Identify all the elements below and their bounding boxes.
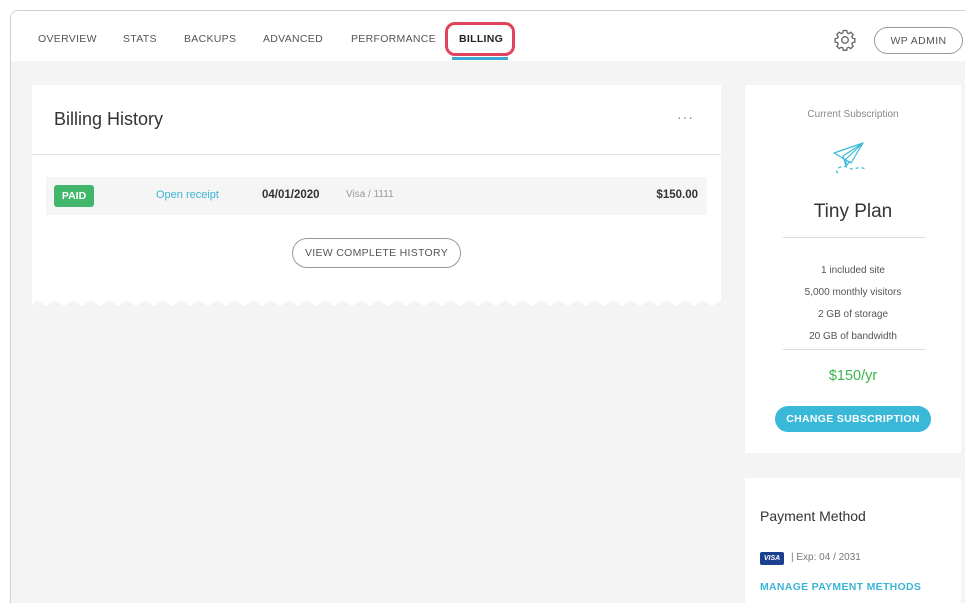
tab-overview[interactable]: OVERVIEW bbox=[38, 33, 97, 45]
receipt-torn-edge bbox=[32, 294, 721, 306]
billing-date: 04/01/2020 bbox=[262, 189, 320, 201]
plan-feature: 20 GB of bandwidth bbox=[809, 331, 897, 342]
plan-name: Tiny Plan bbox=[813, 201, 893, 222]
plan-feature: 1 included site bbox=[821, 265, 885, 276]
billing-row: PAID Open receipt 04/01/2020 Visa / 1111… bbox=[46, 177, 707, 215]
billing-card: Visa / 1111 bbox=[346, 189, 394, 200]
top-navigation: OVERVIEW STATS BACKUPS ADVANCED PERFORMA… bbox=[11, 11, 965, 61]
active-tab-underline bbox=[452, 57, 508, 60]
tab-advanced[interactable]: ADVANCED bbox=[263, 33, 323, 45]
view-complete-history-button[interactable]: VIEW COMPLETE HISTORY bbox=[292, 238, 461, 268]
status-badge: PAID bbox=[54, 185, 94, 207]
app-frame: OVERVIEW STATS BACKUPS ADVANCED PERFORMA… bbox=[10, 10, 965, 603]
tab-backups[interactable]: BACKUPS bbox=[184, 33, 236, 45]
wp-admin-button[interactable]: WP ADMIN bbox=[874, 27, 963, 54]
plan-price: $150/yr bbox=[828, 368, 878, 384]
visa-card-icon: VISA bbox=[760, 552, 784, 565]
divider bbox=[32, 154, 721, 155]
manage-payment-methods-link[interactable]: MANAGE PAYMENT METHODS bbox=[760, 581, 921, 593]
billing-amount: $150.00 bbox=[656, 189, 698, 201]
billing-history-card: Billing History ··· PAID Open receipt 04… bbox=[32, 85, 721, 300]
tab-billing[interactable]: BILLING bbox=[459, 33, 503, 45]
more-options-icon[interactable]: ··· bbox=[677, 109, 694, 125]
plan-feature: 2 GB of storage bbox=[817, 309, 889, 320]
tab-performance[interactable]: PERFORMANCE bbox=[351, 33, 436, 45]
plan-feature: 5,000 monthly visitors bbox=[804, 287, 902, 298]
divider bbox=[783, 349, 925, 350]
billing-history-title: Billing History bbox=[54, 109, 164, 129]
payment-method-title: Payment Method bbox=[760, 508, 866, 524]
card-expiry: | Exp: 04 / 2031 bbox=[791, 552, 861, 563]
gear-icon[interactable] bbox=[833, 28, 857, 52]
open-receipt-link[interactable]: Open receipt bbox=[156, 189, 219, 201]
change-subscription-button[interactable]: CHANGE SUBSCRIPTION bbox=[775, 406, 931, 432]
payment-method-card: Payment Method VISA | Exp: 04 / 2031 MAN… bbox=[745, 478, 961, 603]
divider bbox=[783, 237, 925, 238]
paper-plane-icon bbox=[829, 139, 875, 181]
subscription-label: Current Subscription bbox=[807, 109, 899, 120]
subscription-card: Current Subscription Tiny Plan 1 include… bbox=[745, 85, 961, 453]
tab-stats[interactable]: STATS bbox=[123, 33, 157, 45]
